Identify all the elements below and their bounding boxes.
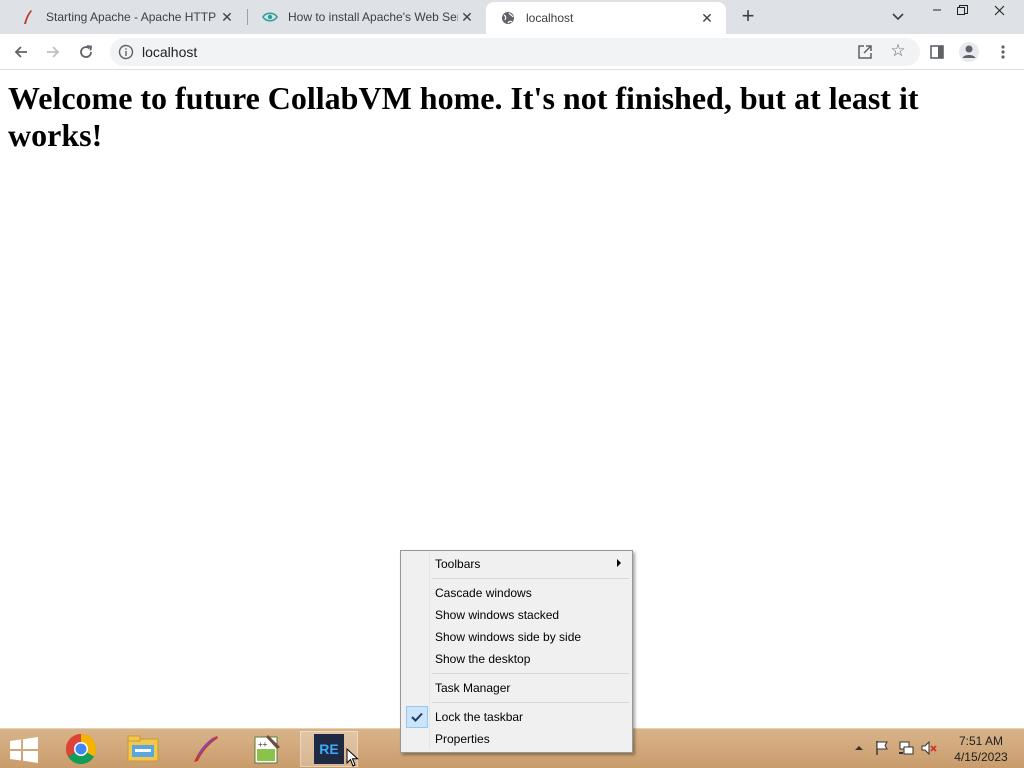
share-icon[interactable]: [856, 43, 874, 61]
taskbar-app-apache[interactable]: [176, 731, 234, 767]
chrome-icon: [65, 734, 97, 765]
menu-item-label: Show the desktop: [435, 652, 531, 666]
menu-item-label: Show windows side by side: [435, 630, 582, 644]
taskbar-app-file-explorer[interactable]: [114, 731, 172, 767]
tab-strip: Starting Apache - Apache HTTP S ✕ How to…: [0, 0, 1024, 34]
mouse-cursor-icon: [346, 747, 360, 768]
volume-muted-icon[interactable]: [920, 739, 938, 757]
network-icon[interactable]: [897, 739, 915, 757]
close-icon[interactable]: ✕: [218, 8, 236, 26]
taskbar-app-chrome[interactable]: [52, 731, 110, 767]
globe-icon: [500, 10, 516, 26]
submenu-arrow-icon: [617, 559, 621, 567]
eye-icon: [262, 9, 278, 25]
svg-text:++: ++: [258, 740, 268, 749]
menu-item-label: Cascade windows: [435, 586, 532, 600]
page-heading: Welcome to future CollabVM home. It's no…: [8, 80, 919, 153]
re-pack-label: RE: [319, 741, 339, 757]
menu-item-label: Toolbars: [435, 557, 481, 571]
tab-starting-apache[interactable]: Starting Apache - Apache HTTP S ✕: [6, 0, 246, 34]
file-explorer-icon: [127, 735, 159, 762]
re-pack-icon: RE: [314, 734, 344, 764]
show-hidden-icons-button[interactable]: [850, 739, 868, 757]
browser-toolbar: localhost ☆: [0, 34, 1024, 70]
menu-item-label: Show windows stacked: [435, 608, 560, 622]
close-icon[interactable]: ✕: [458, 8, 476, 26]
menu-separator: [432, 702, 629, 703]
menu-item-show-windows-side-by-side[interactable]: Show windows side by side: [404, 626, 629, 648]
menu-item-task-manager[interactable]: Task Manager: [404, 677, 629, 699]
tab-install-apache[interactable]: How to install Apache's Web Ser ✕: [248, 0, 486, 34]
apache-feather-icon: [194, 736, 218, 762]
menu-item-lock-the-taskbar[interactable]: Lock the taskbar: [404, 706, 629, 728]
tab-title: How to install Apache's Web Ser: [288, 10, 458, 24]
taskbar-context-menu: Toolbars Cascade windows Show windows st…: [400, 550, 633, 753]
menu-separator: [432, 578, 629, 579]
address-url: localhost: [142, 44, 198, 60]
taskbar-app-notepad-plus-plus[interactable]: ++: [238, 731, 296, 767]
address-bar[interactable]: localhost ☆: [110, 38, 920, 66]
close-icon[interactable]: ✕: [698, 9, 716, 27]
forward-button[interactable]: [40, 39, 66, 65]
menu-item-label: Task Manager: [435, 681, 511, 695]
info-icon[interactable]: [118, 44, 134, 60]
clock-time: 7:51 AM: [958, 734, 1004, 748]
more-menu-icon[interactable]: [990, 39, 1016, 65]
restore-button[interactable]: [945, 0, 979, 20]
bookmark-star-icon[interactable]: ☆: [888, 41, 908, 61]
menu-item-toolbars[interactable]: Toolbars: [404, 553, 629, 575]
tab-title: localhost: [526, 11, 574, 25]
start-button[interactable]: [4, 733, 44, 767]
menu-item-properties[interactable]: Properties: [404, 728, 629, 750]
profile-avatar[interactable]: [956, 39, 982, 65]
apache-feather-icon: [20, 9, 36, 25]
side-panel-button[interactable]: [924, 39, 950, 65]
tab-title: Starting Apache - Apache HTTP S: [46, 10, 218, 24]
tab-search-chevron-icon[interactable]: [888, 8, 908, 26]
menu-item-label: Lock the taskbar: [435, 710, 524, 724]
clock-date: 4/15/2023: [954, 750, 1008, 764]
checkmark-icon: [406, 706, 428, 728]
menu-item-cascade-windows[interactable]: Cascade windows: [404, 582, 629, 604]
new-tab-button[interactable]: +: [736, 5, 760, 29]
menu-item-label: Properties: [435, 732, 490, 746]
menu-item-show-the-desktop[interactable]: Show the desktop: [404, 648, 629, 670]
reload-button[interactable]: [73, 39, 99, 65]
menu-item-show-windows-stacked[interactable]: Show windows stacked: [404, 604, 629, 626]
notepad-plus-plus-icon: ++: [254, 735, 280, 764]
windows-logo-icon: [10, 737, 38, 763]
menu-separator: [432, 673, 629, 674]
action-center-flag-icon[interactable]: [873, 739, 891, 757]
close-window-button[interactable]: [982, 0, 1016, 20]
tab-localhost[interactable]: localhost ✕: [486, 2, 726, 34]
system-clock[interactable]: 7:51 AM 4/15/2023: [946, 733, 1016, 765]
back-button[interactable]: [8, 39, 34, 65]
